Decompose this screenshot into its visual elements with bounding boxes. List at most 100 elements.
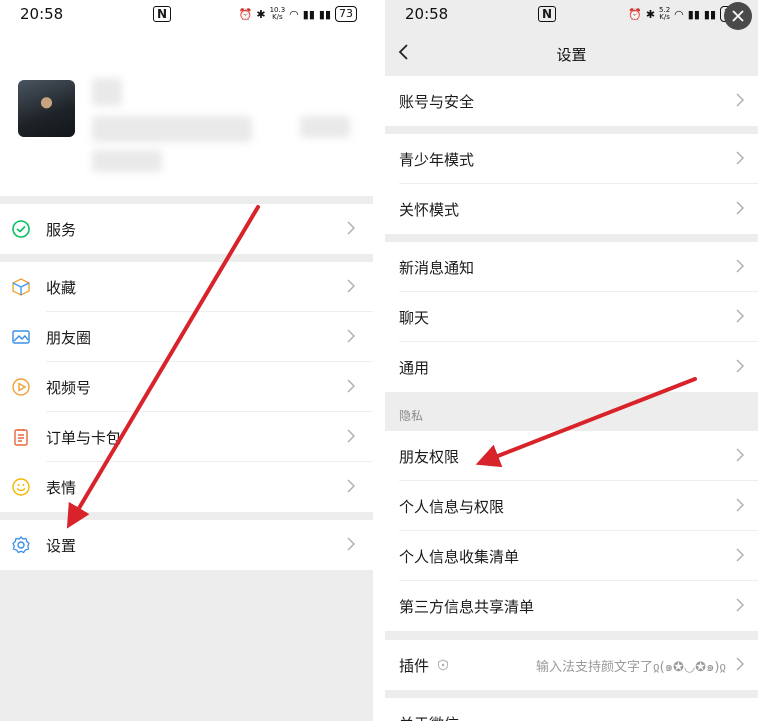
settings-item-label: 通用 bbox=[399, 358, 430, 377]
alarm-icon: ⏰ bbox=[238, 7, 253, 21]
status-bar: 20:58 N ⏰ ✱ 10.3 K/s ◠ ▮▮ ▮▮ 73 bbox=[0, 0, 373, 30]
bluetooth-icon: ✱ bbox=[645, 7, 656, 21]
menu-item-service[interactable]: 服务 bbox=[0, 204, 373, 254]
signal-icon-2: ▮▮ bbox=[703, 7, 716, 21]
wifi-icon: ◠ bbox=[674, 7, 684, 21]
chevron-right-icon bbox=[736, 259, 745, 273]
panel-divider bbox=[373, 0, 385, 721]
settings-item-plugins[interactable]: 插件 输入法支持颜文字了ჲ(๑✪◡✪๑)ჲ bbox=[385, 640, 758, 690]
chevron-right-icon bbox=[736, 151, 745, 165]
chevron-right-icon bbox=[347, 329, 356, 343]
wechat-settings-screen: 20:58 N ⏰ ✱ 5.2K/s ◠ ▮▮ ▮▮ 73 设置 账号与安全 青… bbox=[385, 0, 758, 721]
menu-item-label: 订单与卡包 bbox=[46, 428, 122, 447]
orders-icon bbox=[10, 426, 32, 448]
close-button[interactable] bbox=[724, 2, 752, 30]
settings-item-care-mode[interactable]: 关怀模式 bbox=[385, 184, 758, 234]
chevron-right-icon bbox=[736, 309, 745, 323]
chevron-right-icon bbox=[736, 201, 745, 215]
content-group: 收藏 朋友圈 视频号 订单与卡包 表情 bbox=[0, 262, 373, 512]
chevron-right-icon bbox=[347, 479, 356, 493]
status-time: 20:58 bbox=[405, 5, 449, 23]
chevron-right-icon bbox=[736, 598, 745, 612]
menu-item-settings[interactable]: 设置 bbox=[0, 520, 373, 570]
chevron-right-icon bbox=[736, 657, 745, 671]
chevron-right-icon bbox=[347, 429, 356, 443]
privacy-group: 朋友权限 个人信息与权限 个人信息收集清单 第三方信息共享清单 bbox=[385, 431, 758, 631]
settings-group: 设置 bbox=[0, 520, 373, 570]
menu-item-label: 视频号 bbox=[46, 378, 92, 397]
bluetooth-icon: ✱ bbox=[256, 7, 266, 21]
settings-item-label: 插件 bbox=[399, 656, 430, 675]
nfc-icon: N bbox=[153, 6, 172, 22]
mode-group: 青少年模式 关怀模式 bbox=[385, 134, 758, 234]
chevron-right-icon bbox=[347, 221, 356, 235]
battery-indicator: 73 bbox=[335, 6, 357, 22]
settings-item-general[interactable]: 通用 bbox=[385, 342, 758, 392]
settings-item-about[interactable]: 关于微信 bbox=[385, 698, 758, 721]
qr-redacted[interactable] bbox=[300, 116, 350, 138]
general-group: 新消息通知 聊天 通用 bbox=[385, 242, 758, 392]
signal-icon: ▮▮ bbox=[687, 7, 700, 21]
chevron-right-icon bbox=[347, 279, 356, 293]
settings-item-personal-info-permissions[interactable]: 个人信息与权限 bbox=[385, 481, 758, 531]
service-group: 服务 bbox=[0, 204, 373, 254]
avatar[interactable] bbox=[18, 80, 75, 137]
profile-header[interactable] bbox=[0, 30, 373, 196]
menu-item-label: 设置 bbox=[46, 536, 77, 555]
wechat-me-screen: 20:58 N ⏰ ✱ 10.3 K/s ◠ ▮▮ ▮▮ 73 服务 收藏 朋友… bbox=[0, 0, 373, 721]
plugin-badge-icon bbox=[438, 659, 449, 671]
chevron-right-icon bbox=[347, 537, 356, 551]
status-indicators: ⏰ ✱ 10.3 K/s ◠ ▮▮ ▮▮ 73 bbox=[239, 6, 357, 22]
menu-item-stickers[interactable]: 表情 bbox=[0, 462, 373, 512]
wifi-icon: ◠ bbox=[289, 7, 299, 21]
menu-item-label: 收藏 bbox=[46, 278, 77, 297]
close-icon bbox=[732, 10, 744, 22]
menu-item-label: 表情 bbox=[46, 478, 77, 497]
signal-icon: ▮▮ bbox=[302, 7, 315, 21]
network-speed: 10.3 K/s bbox=[269, 6, 286, 21]
sticker-icon bbox=[10, 476, 32, 498]
settings-item-notifications[interactable]: 新消息通知 bbox=[385, 242, 758, 292]
chevron-right-icon bbox=[347, 379, 356, 393]
settings-item-chat[interactable]: 聊天 bbox=[385, 292, 758, 342]
settings-item-third-party-sharing[interactable]: 第三方信息共享清单 bbox=[385, 581, 758, 631]
menu-item-moments[interactable]: 朋友圈 bbox=[0, 312, 373, 362]
menu-item-label: 朋友圈 bbox=[46, 328, 92, 347]
settings-item-friend-permissions[interactable]: 朋友权限 bbox=[385, 431, 758, 481]
service-icon bbox=[10, 218, 32, 240]
about-group: 关于微信 bbox=[385, 698, 758, 721]
settings-item-label: 青少年模式 bbox=[399, 150, 475, 169]
status-redacted bbox=[92, 150, 162, 172]
chevron-right-icon bbox=[736, 93, 745, 107]
chevron-right-icon bbox=[736, 498, 745, 512]
chevron-right-icon bbox=[736, 359, 745, 373]
nickname-redacted bbox=[92, 78, 122, 106]
status-bar: 20:58 N ⏰ ✱ 5.2K/s ◠ ▮▮ ▮▮ 73 bbox=[385, 0, 758, 30]
settings-item-info-collection-list[interactable]: 个人信息收集清单 bbox=[385, 531, 758, 581]
settings-item-label: 关于微信 bbox=[399, 713, 459, 721]
channels-icon bbox=[10, 376, 32, 398]
menu-item-favorites[interactable]: 收藏 bbox=[0, 262, 373, 312]
plugin-hint-text: 输入法支持颜文字了ჲ(๑✪◡✪๑)ჲ bbox=[536, 660, 726, 675]
chevron-right-icon bbox=[736, 548, 745, 562]
settings-item-account-security[interactable]: 账号与安全 bbox=[385, 76, 758, 126]
menu-item-orders[interactable]: 订单与卡包 bbox=[0, 412, 373, 462]
settings-item-label: 新消息通知 bbox=[399, 258, 475, 277]
menu-item-label: 服务 bbox=[46, 220, 77, 239]
page-title: 设置 bbox=[556, 46, 587, 64]
favorites-icon bbox=[10, 276, 32, 298]
settings-item-label: 聊天 bbox=[399, 308, 430, 327]
plugins-group: 插件 输入法支持颜文字了ჲ(๑✪◡✪๑)ჲ bbox=[385, 640, 758, 690]
settings-item-teen-mode[interactable]: 青少年模式 bbox=[385, 134, 758, 184]
chevron-right-icon bbox=[736, 448, 745, 462]
status-time: 20:58 bbox=[20, 5, 64, 23]
nav-bar: 设置 bbox=[385, 30, 758, 76]
settings-item-label: 关怀模式 bbox=[399, 200, 460, 219]
settings-item-label: 账号与安全 bbox=[399, 92, 475, 111]
alarm-icon: ⏰ bbox=[628, 7, 642, 21]
settings-item-label: 个人信息与权限 bbox=[399, 497, 505, 516]
moments-icon bbox=[10, 326, 32, 348]
network-speed: 5.2 K/s bbox=[659, 6, 671, 21]
menu-item-channels[interactable]: 视频号 bbox=[0, 362, 373, 412]
nfc-icon: N bbox=[538, 6, 557, 22]
